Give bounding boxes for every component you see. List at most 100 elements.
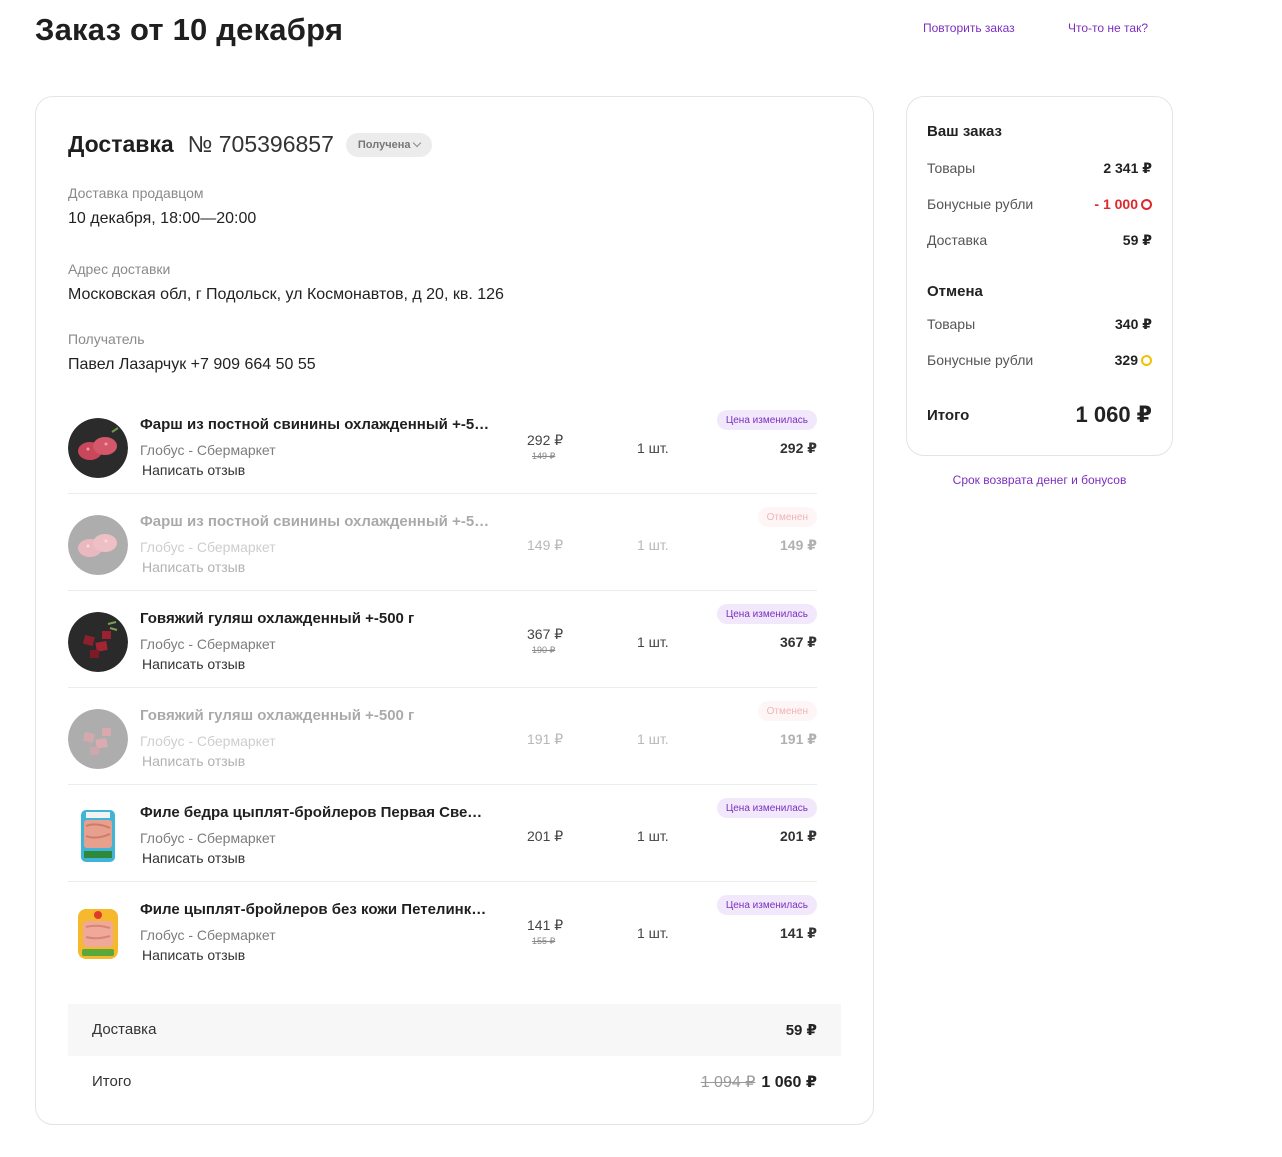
- order-number: № 705396857: [187, 131, 334, 157]
- recipient-value: Павел Лазарчук +7 909 664 50 55: [68, 356, 316, 373]
- item-name[interactable]: Филе бедра цыплят-бройлеров Первая Свеже…: [140, 804, 490, 821]
- order-item: Фарш из постной свинины охлажденный +-50…: [68, 494, 817, 591]
- cancel-goods-value: 340 ₽: [1115, 316, 1152, 332]
- item-seller: Глобус - Сбермаркет: [140, 636, 276, 652]
- product-image-chicken-fillet[interactable]: [68, 903, 128, 963]
- status-badge[interactable]: Получена: [345, 132, 433, 157]
- bonus-row: Бонусные рубли - 1 000: [927, 196, 1152, 212]
- write-review-link[interactable]: Написать отзыв: [142, 559, 245, 575]
- bonus-label: Бонусные рубли: [927, 196, 1034, 212]
- page-title: Заказ от 10 декабря: [35, 12, 344, 47]
- price-changed-badge: Цена изменилась: [716, 604, 817, 624]
- item-name[interactable]: Фарш из постной свинины охлажденный +-50…: [140, 513, 490, 530]
- order-item: Филе цыплят-бройлеров без кожи Петелинка…: [68, 882, 817, 979]
- item-total: 149 ₽: [780, 537, 817, 553]
- recipient-label: Получатель: [68, 331, 145, 347]
- item-total: 201 ₽: [780, 828, 817, 844]
- summary-total-label: Итого: [92, 1073, 132, 1090]
- item-price: 201 ₽: [527, 828, 564, 844]
- item-quantity: 1 шт.: [637, 537, 669, 553]
- delivery-label: Доставка: [68, 131, 174, 157]
- refund-terms-link[interactable]: Срок возврата денег и бонусов: [906, 473, 1173, 487]
- delivery-header: Доставка № 705396857 Получена: [68, 131, 433, 158]
- item-seller: Глобус - Сбермаркет: [140, 927, 276, 943]
- address-label: Адрес доставки: [68, 261, 171, 277]
- item-quantity: 1 шт.: [637, 925, 669, 941]
- item-quantity: 1 шт.: [637, 440, 669, 456]
- item-quantity: 1 шт.: [637, 828, 669, 844]
- cancel-bonus-value: 329: [1114, 352, 1138, 368]
- bonus-coin-icon: [1141, 354, 1152, 366]
- write-review-link[interactable]: Написать отзыв: [142, 656, 245, 672]
- product-image-chicken-thigh[interactable]: [68, 806, 128, 866]
- delivery-method-label: Доставка продавцом: [68, 185, 204, 201]
- item-old-price: 155 ₽: [532, 936, 556, 946]
- item-total: 191 ₽: [780, 731, 817, 747]
- side-delivery-label: Доставка: [927, 232, 988, 248]
- side-total-label: Итого: [927, 407, 970, 424]
- item-seller: Глобус - Сбермаркет: [140, 830, 276, 846]
- summary-total-value-wrap: 1 094 ₽ 1 060 ₽: [701, 1072, 817, 1092]
- order-items-list: Фарш из постной свинины охлажденный +-50…: [68, 397, 817, 979]
- item-name[interactable]: Филе цыплят-бройлеров без кожи Петелинка…: [140, 901, 490, 918]
- bonus-coin-icon: [1141, 198, 1152, 210]
- bonus-value: - 1 000: [1094, 196, 1138, 212]
- cancel-goods-label: Товары: [927, 316, 976, 332]
- item-seller: Глобус - Сбермаркет: [140, 539, 276, 555]
- address-value: Московская обл, г Подольск, ул Космонавт…: [68, 286, 504, 303]
- item-price: 149 ₽: [527, 537, 564, 553]
- cancel-bonus-row: Бонусные рубли 329: [927, 352, 1152, 368]
- product-image-beef-goulash[interactable]: [68, 709, 128, 769]
- item-old-price: 149 ₽: [532, 451, 556, 461]
- repeat-order-link[interactable]: Повторить заказ: [923, 21, 1015, 35]
- write-review-link[interactable]: Написать отзыв: [142, 753, 245, 769]
- your-order-heading: Ваш заказ: [927, 123, 1002, 140]
- write-review-link[interactable]: Написать отзыв: [142, 947, 245, 963]
- item-quantity: 1 шт.: [637, 731, 669, 747]
- item-name[interactable]: Говяжий гуляш охлажденный +-500 г: [140, 610, 490, 627]
- product-image-minced-pork[interactable]: [68, 418, 128, 478]
- item-price: 292 ₽: [527, 432, 564, 448]
- order-item: Говяжий гуляш охлажденный +-500 г Глобус…: [68, 591, 817, 688]
- price-changed-badge: Цена изменилась: [716, 798, 817, 818]
- report-problem-link[interactable]: Что-то не так?: [1068, 21, 1148, 35]
- delivery-method-value: 10 декабря, 18:00—20:00: [68, 210, 257, 227]
- order-item: Филе бедра цыплят-бройлеров Первая Свеже…: [68, 785, 817, 882]
- side-total-value: 1 060 ₽: [1075, 402, 1152, 427]
- summary-delivery-row: Доставка 59 ₽: [68, 1004, 841, 1056]
- summary-total-row: Итого 1 094 ₽ 1 060 ₽: [68, 1056, 841, 1108]
- summary-delivery-value: 59 ₽: [785, 1022, 817, 1039]
- item-name[interactable]: Говяжий гуляш охлажденный +-500 г: [140, 707, 490, 724]
- goods-value: 2 341 ₽: [1103, 160, 1152, 176]
- write-review-link[interactable]: Написать отзыв: [142, 850, 245, 866]
- price-changed-badge: Цена изменилась: [716, 895, 817, 915]
- summary-delivery-label: Доставка: [92, 1021, 157, 1038]
- item-total: 141 ₽: [780, 925, 817, 941]
- cancel-heading: Отмена: [927, 283, 983, 300]
- product-image-beef-goulash[interactable]: [68, 612, 128, 672]
- side-delivery-row: Доставка 59 ₽: [927, 232, 1152, 248]
- item-seller: Глобус - Сбермаркет: [140, 442, 276, 458]
- status-label: Получена: [357, 138, 411, 151]
- order-details-card: Доставка № 705396857 Получена Доставка п…: [35, 96, 874, 1125]
- goods-label: Товары: [927, 160, 976, 176]
- goods-row: Товары 2 341 ₽: [927, 160, 1152, 176]
- bonus-value-wrap: - 1 000: [1094, 196, 1152, 212]
- write-review-link[interactable]: Написать отзыв: [142, 462, 245, 478]
- item-total: 292 ₽: [780, 440, 817, 456]
- product-image-minced-pork[interactable]: [68, 515, 128, 575]
- summary-total-value: 1 060 ₽: [761, 1074, 817, 1091]
- side-delivery-value: 59 ₽: [1122, 232, 1152, 248]
- item-price: 191 ₽: [527, 731, 564, 747]
- cancelled-badge: Отменен: [757, 507, 817, 527]
- price-changed-badge: Цена изменилась: [716, 410, 817, 430]
- item-total: 367 ₽: [780, 634, 817, 650]
- item-name[interactable]: Фарш из постной свинины охлажденный +-50…: [140, 416, 490, 433]
- order-summary-card: Ваш заказ Товары 2 341 ₽ Бонусные рубли …: [906, 96, 1173, 456]
- cancel-bonus-value-wrap: 329: [1115, 352, 1152, 368]
- item-old-price: 190 ₽: [532, 645, 556, 655]
- order-item: Фарш из постной свинины охлажденный +-50…: [68, 397, 817, 494]
- item-price: 367 ₽: [527, 626, 564, 642]
- chevron-down-icon: [413, 138, 422, 148]
- cancel-goods-row: Товары 340 ₽: [927, 316, 1152, 332]
